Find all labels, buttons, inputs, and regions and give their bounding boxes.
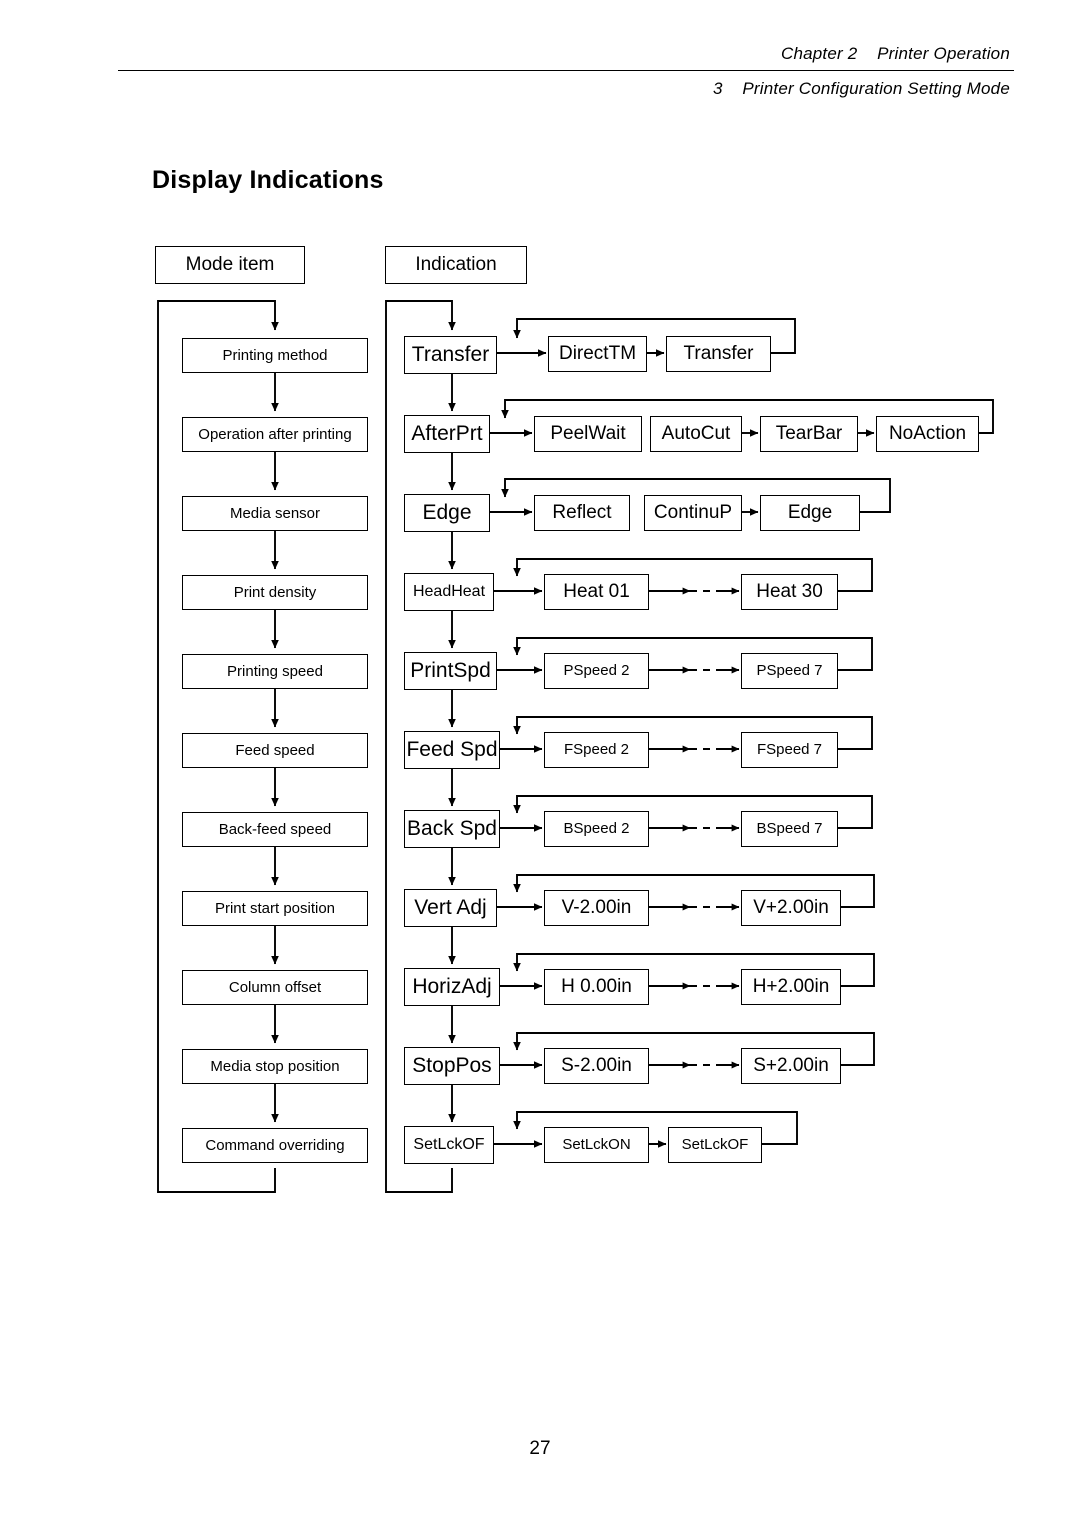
column-header-mode-item: Mode item bbox=[155, 246, 305, 284]
document-page: Chapter 2 Printer Operation 3 Printer Co… bbox=[0, 0, 1080, 1528]
indication-value-box: SetLckOF bbox=[668, 1127, 762, 1163]
indication-current-box: Feed Spd bbox=[404, 731, 500, 769]
indication-value-box: Reflect bbox=[534, 495, 630, 531]
display-indications-flow-diagram: Heat 30 (loop) ===== --> PSpeed 7 (loop)… bbox=[0, 0, 1080, 1528]
column-header-indication: Indication bbox=[385, 246, 527, 284]
page-number: 27 bbox=[529, 1438, 551, 1459]
indication-value-box: H+2.00in bbox=[741, 969, 841, 1005]
indication-value-box: AutoCut bbox=[650, 416, 742, 452]
indication-value-box: NoAction bbox=[876, 416, 979, 452]
indication-value-box: Transfer bbox=[666, 336, 771, 372]
indication-current-box: PrintSpd bbox=[404, 652, 497, 690]
indication-current-box: Edge bbox=[404, 494, 490, 532]
indication-value-box: Heat 01 bbox=[544, 574, 649, 610]
indication-value-box: FSpeed 2 bbox=[544, 732, 649, 768]
indication-value-box: Edge bbox=[760, 495, 860, 531]
indication-current-box: Vert Adj bbox=[404, 889, 497, 927]
indication-value-box: H 0.00in bbox=[544, 969, 649, 1005]
indication-current-box: HeadHeat bbox=[404, 573, 494, 611]
indication-value-box: BSpeed 2 bbox=[544, 811, 649, 847]
indication-value-box: S+2.00in bbox=[741, 1048, 841, 1084]
mode-item-box: Back-feed speed bbox=[182, 812, 368, 847]
indication-value-box: SetLckON bbox=[544, 1127, 649, 1163]
indication-value-box: BSpeed 7 bbox=[741, 811, 838, 847]
indication-value-box: PSpeed 7 bbox=[741, 653, 838, 689]
indication-value-box: FSpeed 7 bbox=[741, 732, 838, 768]
mode-item-box: Printing speed bbox=[182, 654, 368, 689]
indication-current-box: SetLckOF bbox=[404, 1126, 494, 1164]
mode-item-box: Command overriding bbox=[182, 1128, 368, 1163]
indication-value-box: V-2.00in bbox=[544, 890, 649, 926]
indication-value-box: S-2.00in bbox=[544, 1048, 649, 1084]
indication-current-box: AfterPrt bbox=[404, 415, 490, 453]
mode-item-box: Print start position bbox=[182, 891, 368, 926]
indication-value-box: V+2.00in bbox=[741, 890, 841, 926]
indication-value-box: PSpeed 2 bbox=[544, 653, 649, 689]
indication-value-box: TearBar bbox=[760, 416, 858, 452]
indication-current-box: Back Spd bbox=[404, 810, 500, 848]
mode-item-box: Print density bbox=[182, 575, 368, 610]
indication-current-box: StopPos bbox=[404, 1047, 500, 1085]
indication-current-box: Transfer bbox=[404, 336, 497, 374]
mode-item-box: Media stop position bbox=[182, 1049, 368, 1084]
mode-item-box: Column offset bbox=[182, 970, 368, 1005]
indication-value-box: DirectTM bbox=[548, 336, 647, 372]
mode-item-box: Feed speed bbox=[182, 733, 368, 768]
mode-item-box: Operation after printing bbox=[182, 417, 368, 452]
mode-item-box: Printing method bbox=[182, 338, 368, 373]
indication-value-box: ContinuP bbox=[644, 495, 742, 531]
mode-item-box: Media sensor bbox=[182, 496, 368, 531]
diagram-connectors: Heat 30 (loop) ===== --> PSpeed 7 (loop)… bbox=[157, 300, 994, 1193]
indication-value-box: Heat 30 bbox=[741, 574, 838, 610]
indication-current-box: HorizAdj bbox=[404, 968, 500, 1006]
indication-value-box: PeelWait bbox=[534, 416, 642, 452]
